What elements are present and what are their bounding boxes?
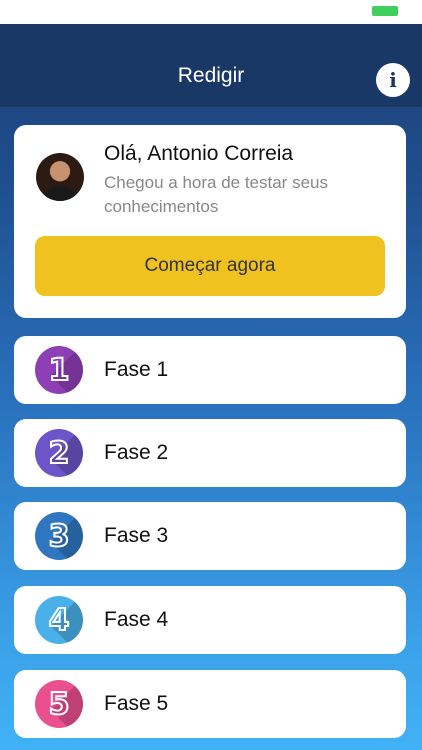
number-two-icon: 2 <box>35 429 83 477</box>
number-one-icon: 1 <box>35 346 83 394</box>
battery-icon <box>372 6 398 16</box>
phase-item-5[interactable]: 5 Fase 5 <box>14 670 406 738</box>
number-three-icon: 3 <box>35 512 83 560</box>
phase-item-2[interactable]: 2 Fase 2 <box>14 419 406 487</box>
status-bar <box>0 0 422 24</box>
info-button[interactable]: i <box>376 63 410 97</box>
phase-item-3[interactable]: 3 Fase 3 <box>14 502 406 570</box>
greeting-text: Olá, Antonio Correia <box>104 142 294 165</box>
phase-item-4[interactable]: 4 Fase 4 <box>14 586 406 654</box>
navigation-bar: Redigir i <box>0 24 422 108</box>
phase-label: Fase 2 <box>104 441 169 464</box>
phase-label: Fase 1 <box>104 358 169 381</box>
welcome-subtitle: Chegou a hora de testar seus conheciment… <box>104 173 328 216</box>
info-icon: i <box>389 68 397 92</box>
welcome-card: Olá, Antonio Correia Chegou a hora de te… <box>14 125 406 318</box>
start-now-button[interactable]: Começar agora <box>35 236 385 296</box>
phase-label: Fase 3 <box>104 524 169 547</box>
page-title: Redigir <box>177 64 245 87</box>
phase-label: Fase 4 <box>104 608 169 631</box>
phase-item-1[interactable]: 1 Fase 1 <box>14 336 406 404</box>
number-four-icon: 4 <box>35 596 83 644</box>
number-five-icon: 5 <box>35 680 83 728</box>
avatar <box>36 153 84 201</box>
phase-label: Fase 5 <box>104 692 169 715</box>
